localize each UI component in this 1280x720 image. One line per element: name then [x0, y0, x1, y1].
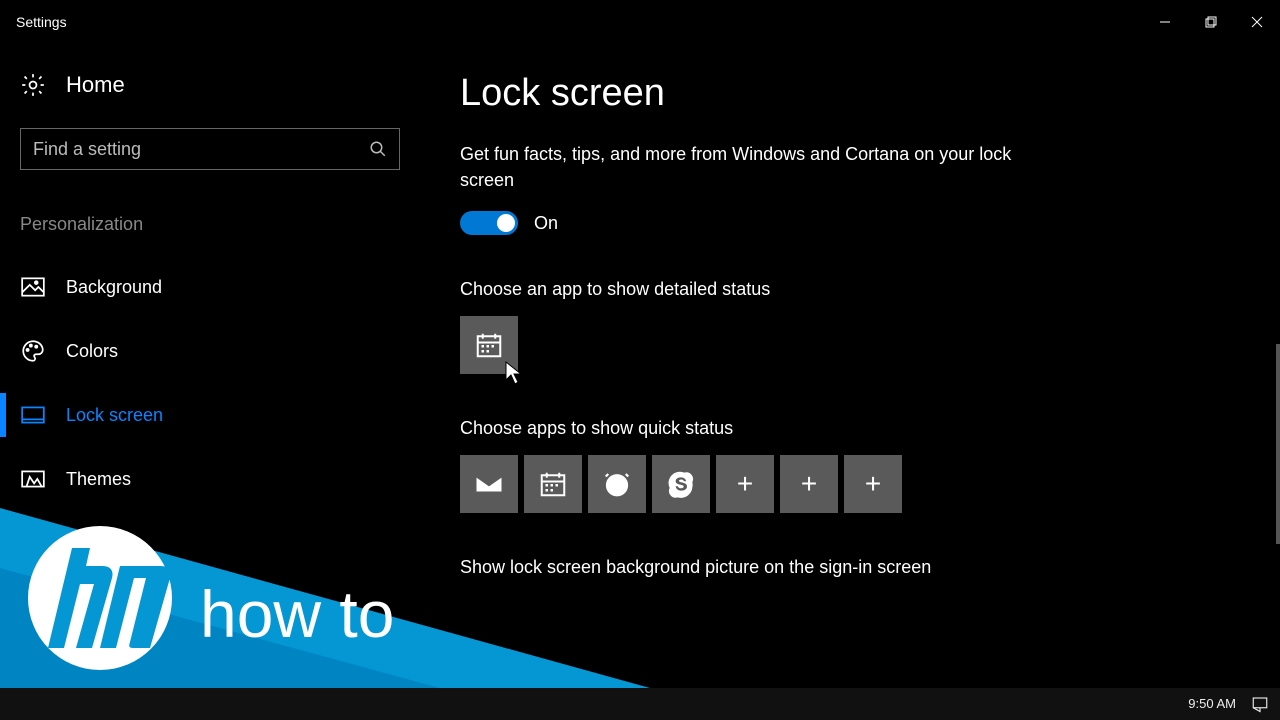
plus-icon: + [865, 468, 881, 500]
sidebar: Home Personalization Background Colors L… [0, 44, 420, 720]
calendar-icon [474, 330, 504, 360]
quick-status-label: Choose apps to show quick status [460, 418, 1240, 439]
calendar-icon [538, 469, 568, 499]
detailed-status-label: Choose an app to show detailed status [460, 279, 1240, 300]
quick-status-row: + + + [460, 455, 1240, 513]
category-label: Personalization [20, 214, 400, 235]
sidebar-item-lock-screen[interactable]: Lock screen [20, 387, 400, 443]
quick-slot-calendar[interactable] [524, 455, 582, 513]
quick-slot-skype[interactable] [652, 455, 710, 513]
detailed-status-slot[interactable] [460, 316, 518, 374]
signin-background-label: Show lock screen background picture on t… [460, 557, 1240, 578]
sidebar-item-themes[interactable]: Themes [20, 451, 400, 507]
quick-slot-mail[interactable] [460, 455, 518, 513]
search-input[interactable] [33, 139, 353, 160]
plus-icon: + [737, 468, 753, 500]
minimize-button[interactable] [1142, 0, 1188, 44]
quick-slot-alarm[interactable] [588, 455, 646, 513]
quick-slot-add[interactable]: + [844, 455, 902, 513]
window-title: Settings [16, 14, 67, 30]
clock-icon [602, 469, 632, 499]
notification-icon[interactable] [1250, 695, 1270, 713]
quick-slot-add[interactable]: + [716, 455, 774, 513]
mail-icon [474, 469, 504, 499]
tips-toggle-state: On [534, 213, 558, 234]
search-icon [369, 140, 387, 158]
maximize-button[interactable] [1188, 0, 1234, 44]
plus-icon: + [801, 468, 817, 500]
palette-icon [20, 338, 46, 364]
search-box[interactable] [20, 128, 400, 170]
sidebar-item-colors[interactable]: Colors [20, 323, 400, 379]
gear-icon [20, 72, 46, 98]
lock-screen-icon [20, 402, 46, 428]
main-panel: Lock screen Get fun facts, tips, and mor… [420, 44, 1280, 720]
sidebar-item-label: Themes [66, 469, 131, 490]
tips-toggle[interactable] [460, 211, 518, 235]
scrollbar[interactable] [1276, 344, 1280, 544]
taskbar: 9:50 AM [0, 688, 1280, 720]
home-label: Home [66, 72, 125, 98]
page-title: Lock screen [460, 72, 1240, 115]
home-button[interactable]: Home [20, 72, 400, 98]
quick-slot-add[interactable]: + [780, 455, 838, 513]
themes-icon [20, 466, 46, 492]
sidebar-item-label: Background [66, 277, 162, 298]
skype-icon [665, 468, 697, 500]
title-bar: Settings [0, 0, 1280, 44]
tips-description: Get fun facts, tips, and more from Windo… [460, 141, 1040, 193]
close-button[interactable] [1234, 0, 1280, 44]
window-controls [1142, 0, 1280, 44]
sidebar-item-label: Lock screen [66, 405, 163, 426]
sidebar-item-background[interactable]: Background [20, 259, 400, 315]
taskbar-clock[interactable]: 9:50 AM [1188, 697, 1236, 712]
picture-icon [20, 274, 46, 300]
sidebar-item-label: Colors [66, 341, 118, 362]
